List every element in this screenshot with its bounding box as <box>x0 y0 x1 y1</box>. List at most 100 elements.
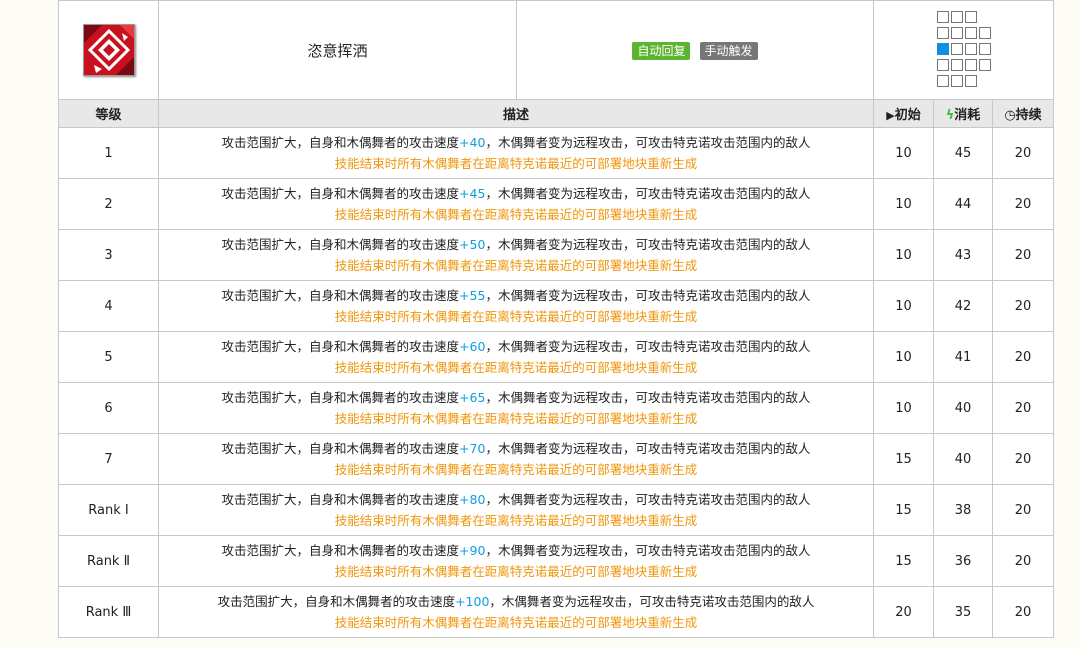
range-cell <box>964 58 977 71</box>
level-cell: 6 <box>58 382 159 434</box>
attack-speed-value: +45 <box>459 186 486 201</box>
table-row: 1 攻击范围扩大，自身和木偶舞者的攻击速度+40，木偶舞者变为远程攻击，可攻击特克… <box>58 127 1054 179</box>
initial-sp-cell: 10 <box>873 229 934 281</box>
attack-range-grid <box>936 10 992 90</box>
duration-cell: 20 <box>992 331 1054 383</box>
description-cell: 攻击范围扩大，自身和木偶舞者的攻击速度+60，木偶舞者变为远程攻击，可攻击特克诺… <box>158 331 874 383</box>
header-duration: ◷持续 <box>992 99 1054 128</box>
description-note: 技能结束时所有木偶舞者在距离特克诺最近的可部署地块重新生成 <box>334 513 698 528</box>
skill-icon <box>82 24 135 76</box>
range-cell <box>964 26 977 39</box>
range-cell <box>950 74 963 87</box>
range-origin-cell <box>936 42 949 55</box>
header-description: 描述 <box>158 99 874 128</box>
sp-cost-cell: 41 <box>933 331 993 383</box>
attack-speed-value: +50 <box>459 237 486 252</box>
description-note: 技能结束时所有木偶舞者在距离特克诺最近的可部署地块重新生成 <box>334 258 698 273</box>
initial-sp-cell: 20 <box>873 586 934 638</box>
description-cell: 攻击范围扩大，自身和木偶舞者的攻击速度+55，木偶舞者变为远程攻击，可攻击特克诺… <box>158 280 874 332</box>
attack-speed-value: +60 <box>459 339 486 354</box>
sp-cost-cell: 40 <box>933 433 993 485</box>
initial-sp-cell: 10 <box>873 280 934 332</box>
duration-cell: 20 <box>992 229 1054 281</box>
duration-cell: 20 <box>992 535 1054 587</box>
level-cell: 1 <box>58 127 159 179</box>
column-header-row: 等级 描述 ▶初始 ϟ消耗 ◷持续 <box>58 99 1054 128</box>
description-main: 攻击范围扩大，自身和木偶舞者的攻击速度+65，木偶舞者变为远程攻击，可攻击特克诺… <box>221 390 811 405</box>
description-note: 技能结束时所有木偶舞者在距离特克诺最近的可部署地块重新生成 <box>334 360 698 375</box>
description-note: 技能结束时所有木偶舞者在距离特克诺最近的可部署地块重新生成 <box>334 207 698 222</box>
range-cell <box>950 58 963 71</box>
description-cell: 攻击范围扩大，自身和木偶舞者的攻击速度+80，木偶舞者变为远程攻击，可攻击特克诺… <box>158 484 874 536</box>
duration-cell: 20 <box>992 280 1054 332</box>
description-main: 攻击范围扩大，自身和木偶舞者的攻击速度+45，木偶舞者变为远程攻击，可攻击特克诺… <box>221 186 811 201</box>
description-main: 攻击范围扩大，自身和木偶舞者的攻击速度+60，木偶舞者变为远程攻击，可攻击特克诺… <box>221 339 811 354</box>
table-row: Rank Ⅰ 攻击范围扩大，自身和木偶舞者的攻击速度+80，木偶舞者变为远程攻击，… <box>58 484 1054 536</box>
range-cell <box>978 42 991 55</box>
table-row: Rank Ⅱ 攻击范围扩大，自身和木偶舞者的攻击速度+90，木偶舞者变为远程攻击，… <box>58 535 1054 587</box>
sp-cost-cell: 38 <box>933 484 993 536</box>
description-cell: 攻击范围扩大，自身和木偶舞者的攻击速度+90，木偶舞者变为远程攻击，可攻击特克诺… <box>158 535 874 587</box>
range-cell <box>964 10 977 23</box>
initial-sp-cell: 15 <box>873 535 934 587</box>
level-cell: Rank Ⅲ <box>58 586 159 638</box>
table-row: 2 攻击范围扩大，自身和木偶舞者的攻击速度+45，木偶舞者变为远程攻击，可攻击特克… <box>58 178 1054 230</box>
level-cell: Rank Ⅰ <box>58 484 159 536</box>
initial-sp-cell: 10 <box>873 127 934 179</box>
description-main: 攻击范围扩大，自身和木偶舞者的攻击速度+80，木偶舞者变为远程攻击，可攻击特克诺… <box>221 492 811 507</box>
table-row: Rank Ⅲ 攻击范围扩大，自身和木偶舞者的攻击速度+100，木偶舞者变为远程攻击… <box>58 586 1054 638</box>
initial-sp-cell: 15 <box>873 484 934 536</box>
duration-cell: 20 <box>992 586 1054 638</box>
header-cost: ϟ消耗 <box>933 99 993 128</box>
attack-speed-value: +55 <box>459 288 486 303</box>
skill-table: 恣意挥洒 自动回复 手动触发 等级 描述 ▶初始 ϟ消耗 ◷持续 1 攻击范围扩大… <box>58 0 1054 638</box>
initial-sp-cell: 10 <box>873 382 934 434</box>
sp-cost-cell: 40 <box>933 382 993 434</box>
range-grid-cell <box>873 0 1054 100</box>
description-note: 技能结束时所有木偶舞者在距离特克诺最近的可部署地块重新生成 <box>334 411 698 426</box>
level-cell: 4 <box>58 280 159 332</box>
level-cell: 5 <box>58 331 159 383</box>
tag-manual-trigger: 手动触发 <box>699 42 758 60</box>
description-cell: 攻击范围扩大，自身和木偶舞者的攻击速度+70，木偶舞者变为远程攻击，可攻击特克诺… <box>158 433 874 485</box>
description-cell: 攻击范围扩大，自身和木偶舞者的攻击速度+45，木偶舞者变为远程攻击，可攻击特克诺… <box>158 178 874 230</box>
range-cell <box>950 42 963 55</box>
initial-sp-cell: 10 <box>873 178 934 230</box>
range-cell <box>950 26 963 39</box>
attack-speed-value: +100 <box>455 594 490 609</box>
skill-name: 恣意挥洒 <box>307 41 368 60</box>
range-cell <box>979 75 991 87</box>
range-cell <box>936 58 949 71</box>
description-note: 技能结束时所有木偶舞者在距离特克诺最近的可部署地块重新生成 <box>334 462 698 477</box>
range-cell <box>950 10 963 23</box>
description-main: 攻击范围扩大，自身和木偶舞者的攻击速度+70，木偶舞者变为远程攻击，可攻击特克诺… <box>221 441 811 456</box>
duration-cell: 20 <box>992 484 1054 536</box>
duration-cell: 20 <box>992 433 1054 485</box>
range-cell <box>979 11 991 23</box>
attack-speed-value: +65 <box>459 390 486 405</box>
table-row: 5 攻击范围扩大，自身和木偶舞者的攻击速度+60，木偶舞者变为远程攻击，可攻击特克… <box>58 331 1054 383</box>
description-main: 攻击范围扩大，自身和木偶舞者的攻击速度+90，木偶舞者变为远程攻击，可攻击特克诺… <box>221 543 811 558</box>
attack-speed-value: +80 <box>459 492 486 507</box>
attack-speed-value: +70 <box>459 441 486 456</box>
description-main: 攻击范围扩大，自身和木偶舞者的攻击速度+50，木偶舞者变为远程攻击，可攻击特克诺… <box>221 237 811 252</box>
header-level: 等级 <box>58 99 159 128</box>
sp-cost-cell: 44 <box>933 178 993 230</box>
skill-name-cell: 恣意挥洒 <box>158 0 517 100</box>
skill-header-row: 恣意挥洒 自动回复 手动触发 <box>58 0 1054 100</box>
skill-tags-cell: 自动回复 手动触发 <box>516 0 874 100</box>
range-cell <box>978 58 991 71</box>
description-main: 攻击范围扩大，自身和木偶舞者的攻击速度+100，木偶舞者变为远程攻击，可攻击特克… <box>217 594 815 609</box>
clock-icon: ◷ <box>1004 108 1016 123</box>
initial-sp-cell: 15 <box>873 433 934 485</box>
sp-cost-cell: 45 <box>933 127 993 179</box>
table-row: 6 攻击范围扩大，自身和木偶舞者的攻击速度+65，木偶舞者变为远程攻击，可攻击特克… <box>58 382 1054 434</box>
table-row: 4 攻击范围扩大，自身和木偶舞者的攻击速度+55，木偶舞者变为远程攻击，可攻击特克… <box>58 280 1054 332</box>
range-cell <box>964 74 977 87</box>
description-cell: 攻击范围扩大，自身和木偶舞者的攻击速度+40，木偶舞者变为远程攻击，可攻击特克诺… <box>158 127 874 179</box>
description-main: 攻击范围扩大，自身和木偶舞者的攻击速度+55，木偶舞者变为远程攻击，可攻击特克诺… <box>221 288 811 303</box>
description-note: 技能结束时所有木偶舞者在距离特克诺最近的可部署地块重新生成 <box>334 615 698 630</box>
level-cell: 2 <box>58 178 159 230</box>
range-cell <box>936 26 949 39</box>
description-cell: 攻击范围扩大，自身和木偶舞者的攻击速度+100，木偶舞者变为远程攻击，可攻击特克… <box>158 586 874 638</box>
